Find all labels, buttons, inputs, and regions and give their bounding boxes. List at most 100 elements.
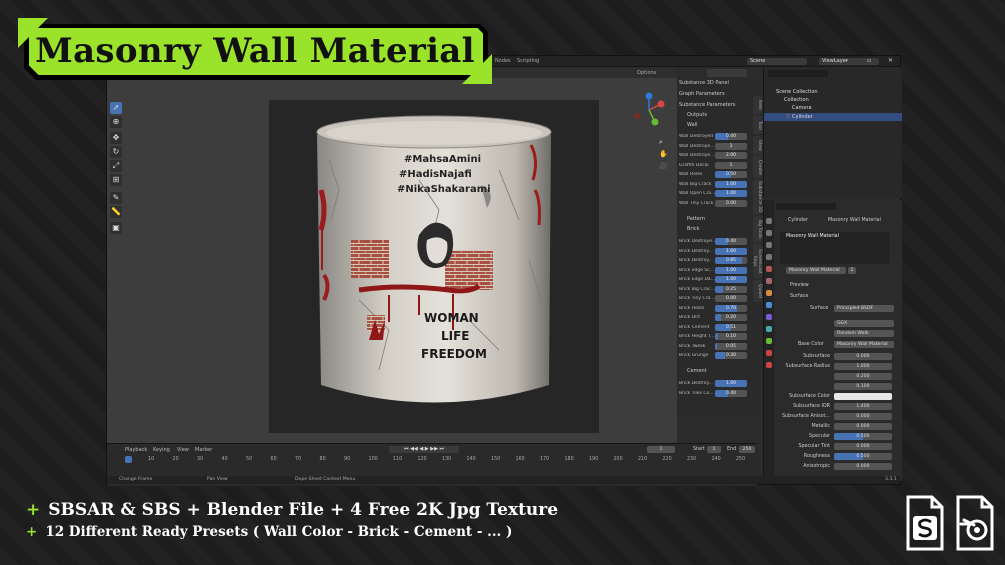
side-tab[interactable]: Screencast Keys — [752, 244, 762, 278]
outliner-camera[interactable]: Camera — [792, 105, 812, 111]
param-slider[interactable]: 0.30 — [715, 352, 747, 359]
param-slider[interactable]: 1 — [715, 142, 747, 150]
modifier-tab-icon[interactable] — [766, 302, 772, 308]
data-tab-icon[interactable] — [766, 338, 772, 344]
material-slots[interactable]: Masonry Wall Material — [780, 232, 890, 264]
move-tool-icon[interactable]: ✥ — [110, 132, 122, 144]
outputs-header[interactable]: Outputs — [687, 112, 707, 118]
surface-header[interactable]: Surface — [790, 294, 808, 299]
camera-view-icon[interactable]: 🎥 — [659, 162, 668, 170]
side-tab[interactable]: Item — [753, 96, 762, 114]
side-tab[interactable]: Substance 3D — [753, 180, 762, 214]
param-slider[interactable]: 1 — [715, 161, 747, 169]
param-slider[interactable]: 0.40 — [715, 133, 747, 140]
param-slider[interactable]: 1.00 — [715, 276, 747, 283]
param-slider[interactable]: 0.50 — [715, 171, 747, 178]
playback-controls[interactable]: ⏮ ◀◀ ◀ ▶ ▶▶ ⏭ — [389, 446, 459, 453]
side-tab[interactable]: View — [753, 136, 762, 154]
param-slider[interactable]: 0.10 — [715, 333, 747, 340]
outliner-cylinder[interactable]: Cylinder — [792, 114, 813, 120]
param-slider[interactable]: 0.51 — [715, 323, 747, 331]
cement-header[interactable]: Cement — [687, 368, 707, 374]
viewport-options[interactable]: Options — [637, 70, 656, 76]
material-selector[interactable]: Masonry Wall Material — [786, 267, 846, 274]
param-slider[interactable]: 0.05 — [715, 342, 747, 350]
measure-tool-icon[interactable]: 📏 — [110, 206, 122, 218]
scale-tool-icon[interactable]: ⤢ — [110, 160, 122, 172]
bsdf-field[interactable]: 0.500 — [834, 453, 892, 460]
bsdf-field[interactable]: 0.200 — [834, 373, 892, 380]
material-tab-icon[interactable] — [766, 350, 772, 356]
cursor-tool-icon[interactable]: ⊕ — [110, 116, 122, 128]
param-slider[interactable]: 0.00 — [715, 199, 747, 207]
bsdf-field[interactable]: 1.000 — [834, 363, 892, 370]
param-slider[interactable]: 0.70 — [715, 304, 747, 312]
param-slider[interactable]: 2.00 — [715, 152, 747, 159]
param-slider[interactable]: 0.00 — [715, 295, 747, 302]
tab-nodes[interactable]: Nodes — [495, 58, 511, 64]
param-slider[interactable]: 1.00 — [715, 190, 747, 197]
timeline-menu-item[interactable]: Keying — [153, 447, 170, 453]
outliner-search-input[interactable] — [768, 70, 828, 77]
playhead[interactable] — [125, 456, 132, 463]
bsdf-field[interactable] — [834, 393, 892, 400]
material-users[interactable]: 2 — [848, 267, 856, 274]
maximize-icon[interactable]: ▫ — [867, 57, 871, 64]
transform-tool-icon[interactable]: ⊞ — [110, 174, 122, 186]
param-slider[interactable]: 1.00 — [715, 180, 747, 188]
preview-header[interactable]: Preview — [790, 283, 809, 288]
select-tool-icon[interactable]: ➚ — [110, 102, 122, 114]
scene-tab-icon[interactable] — [766, 266, 772, 272]
side-tab[interactable]: Create — [753, 156, 762, 178]
substance-3d-panel-header[interactable]: Substance 3D Panel — [679, 80, 729, 86]
zoom-icon[interactable]: ⌕ — [659, 138, 663, 147]
bsdf-field[interactable]: 0.000 — [834, 463, 892, 470]
param-slider[interactable]: 0.25 — [715, 285, 747, 293]
distribution-dropdown[interactable]: GGX — [834, 320, 894, 327]
param-slider[interactable]: 0.40 — [715, 238, 747, 245]
minimize-icon[interactable]: – — [845, 57, 848, 64]
shading-buttons[interactable] — [707, 69, 747, 77]
bsdf-field[interactable]: 0.000 — [834, 423, 892, 430]
tool-tab-icon[interactable] — [766, 218, 772, 224]
bsdf-field[interactable]: 0.500 — [834, 433, 892, 440]
slot-material[interactable]: Masonry Wall Material — [786, 234, 839, 239]
timeline-menu-item[interactable]: Marker — [195, 447, 212, 453]
bsdf-field[interactable]: 1.400 — [834, 403, 892, 410]
view-layer-tab-icon[interactable] — [766, 254, 772, 260]
current-frame-field[interactable]: 1 — [647, 446, 675, 453]
object-tab-icon[interactable] — [766, 290, 772, 296]
side-tab[interactable]: Quixel — [753, 280, 762, 302]
bsdf-field[interactable]: 0.000 — [834, 443, 892, 450]
navigation-gizmo[interactable] — [629, 90, 669, 130]
outliner-collection[interactable]: Collection — [784, 97, 809, 103]
pan-icon[interactable]: ✋ — [659, 150, 668, 158]
end-frame-field[interactable]: 250 — [739, 446, 755, 453]
texture-tab-icon[interactable] — [766, 362, 772, 368]
physics-tab-icon[interactable] — [766, 326, 772, 332]
tab-scripting[interactable]: Scripting — [517, 58, 539, 64]
bsdf-field[interactable]: 0.100 — [834, 383, 892, 390]
pattern-header[interactable]: Pattern — [687, 216, 705, 222]
particles-tab-icon[interactable] — [766, 314, 772, 320]
param-slider[interactable]: 0.40 — [715, 389, 747, 397]
properties-search-input[interactable] — [776, 203, 836, 210]
annotate-tool-icon[interactable]: ✎ — [110, 192, 122, 204]
start-frame-field[interactable]: 1 — [707, 446, 721, 453]
graph-parameters-header[interactable]: Graph Parameters — [679, 91, 725, 97]
param-slider[interactable]: 1.00 — [715, 247, 747, 255]
side-tab[interactable]: Bg Tools — [753, 216, 762, 242]
timeline-menu-item[interactable]: Playback — [125, 447, 147, 453]
timeline-menu-item[interactable]: View — [177, 447, 189, 453]
wall-header[interactable]: Wall — [687, 122, 697, 128]
param-slider[interactable]: 0.20 — [715, 314, 747, 321]
world-tab-icon[interactable] — [766, 278, 772, 284]
outliner-scene-collection[interactable]: Scene Collection — [776, 89, 818, 95]
base-color-field[interactable]: Masonry Wall Material — [834, 341, 894, 348]
close-icon[interactable]: ✕ — [888, 57, 893, 64]
param-slider[interactable]: 1.00 — [715, 266, 747, 274]
output-tab-icon[interactable] — [766, 242, 772, 248]
brick-header[interactable]: Brick — [687, 226, 700, 232]
bsdf-field[interactable]: 0.000 — [834, 353, 892, 360]
scene-selector[interactable]: Scene — [747, 58, 807, 65]
